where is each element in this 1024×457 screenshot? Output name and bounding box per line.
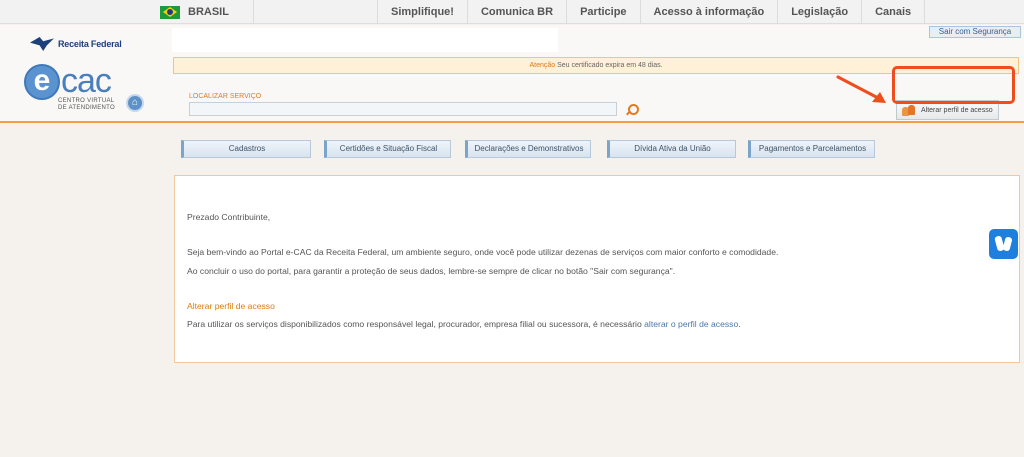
welcome-panel: Prezado Contribuinte, Seja bem-vindo ao … — [174, 175, 1020, 363]
menu-pagamentos[interactable]: Pagamentos e Parcelamentos — [748, 140, 875, 158]
ecac-tagline-1: CENTRO VIRTUAL — [58, 98, 115, 104]
search-input[interactable] — [189, 102, 617, 116]
user-info-box — [172, 28, 558, 52]
menu-divida-ativa[interactable]: Dívida Ativa da União — [607, 140, 736, 158]
gov-link-comunica[interactable]: Comunica BR — [466, 0, 566, 24]
logout-tip: Ao concluir o uso do portal, para garant… — [187, 266, 676, 276]
gov-link-simplifique[interactable]: Simplifique! — [377, 0, 467, 24]
receita-brand: Receita Federal — [58, 39, 122, 49]
accessibility-hands-icon[interactable] — [989, 229, 1018, 259]
ecac-tagline: CENTRO VIRTUAL DE ATENDIMENTO — [58, 98, 118, 112]
gov-top-bar: BRASIL Simplifique! Comunica BR Particip… — [0, 0, 1024, 24]
alert-text: Seu certificado expira em 48 dias. — [555, 62, 663, 69]
search-label: LOCALIZAR SERVIÇO — [189, 93, 262, 100]
profile-text: Para utilizar os serviços disponibilizad… — [187, 319, 645, 329]
arrow-icon — [836, 75, 886, 103]
welcome-text: Seja bem-vindo ao Portal e-CAC da Receit… — [187, 247, 779, 257]
people-icon — [902, 104, 916, 116]
menu-declaracoes[interactable]: Declarações e Demonstrativos — [465, 140, 591, 158]
menu-certidoes[interactable]: Certidões e Situação Fiscal — [324, 140, 451, 158]
alert-prefix: Atenção — [529, 62, 556, 69]
gov-link-acesso[interactable]: Acesso à informação — [639, 0, 778, 24]
eagle-icon — [30, 37, 54, 51]
logout-button[interactable]: Sair com Segurança — [929, 26, 1021, 38]
profile-end: . — [738, 319, 741, 329]
profile-paragraph: Para utilizar os serviços disponibilizad… — [187, 319, 741, 329]
gov-link-canais[interactable]: Canais — [861, 0, 926, 24]
brazil-flag-icon — [160, 5, 180, 19]
brasil-link[interactable]: BRASIL — [160, 0, 254, 24]
search-icon[interactable] — [624, 103, 639, 117]
header: Receita Federal e cac CENTRO VIRTUAL DE … — [0, 25, 1024, 123]
profile-heading: Alterar perfil de acesso — [187, 301, 275, 311]
ecac-cac-text: cac — [61, 62, 112, 100]
gov-link-legislacao[interactable]: Legislação — [777, 0, 861, 24]
brasil-label: BRASIL — [188, 6, 229, 18]
profile-link[interactable]: alterar o perfil de acesso — [644, 319, 738, 329]
menu-cadastros[interactable]: Cadastros — [181, 140, 311, 158]
profile-highlight-box — [892, 66, 1015, 104]
home-icon[interactable]: ⌂ — [126, 94, 144, 112]
receita-logo: Receita Federal — [30, 37, 122, 51]
ecac-logo[interactable]: e cac CENTRO VIRTUAL DE ATENDIMENTO — [22, 62, 118, 118]
ecac-tagline-2: DE ATENDIMENTO — [58, 105, 115, 111]
greeting: Prezado Contribuinte, — [187, 212, 271, 222]
change-profile-label: Alterar perfil de acesso — [921, 106, 993, 114]
gov-links: Simplifique! Comunica BR Participe Acess… — [377, 0, 926, 24]
gov-link-participe[interactable]: Participe — [566, 0, 639, 24]
ecac-e-letter: e — [24, 64, 60, 100]
